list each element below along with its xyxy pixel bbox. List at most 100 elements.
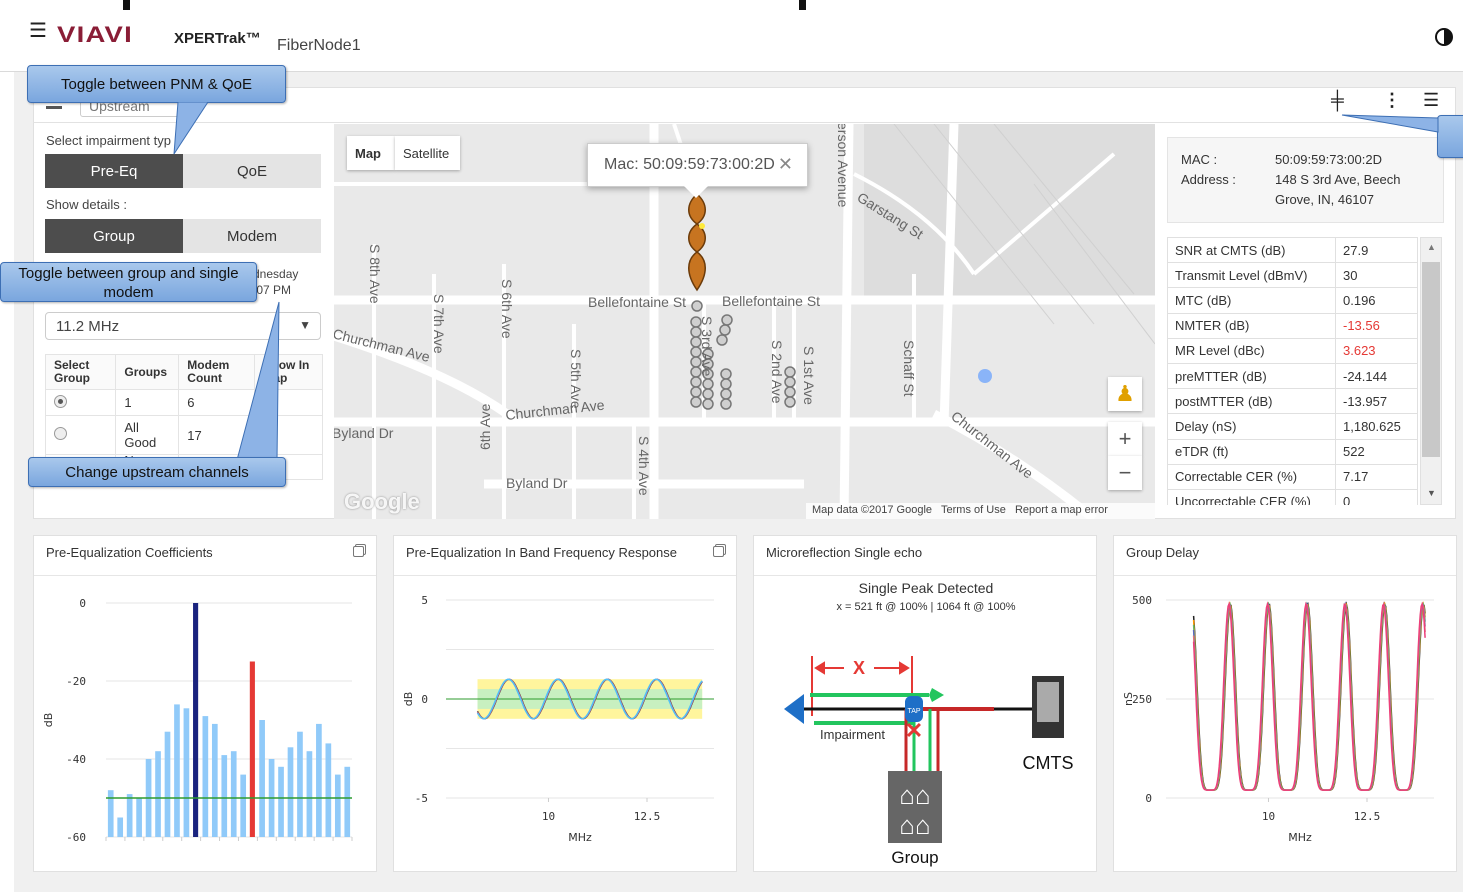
metric-row: MTC (dB) 0.196 [1167, 287, 1418, 314]
map-popup: Mac: 50:09:59:73:00:2D ✕ [587, 143, 808, 198]
x-tick-label: 10 [542, 810, 555, 823]
street-label: S 3rd Ave [699, 316, 715, 377]
toggle-group[interactable]: Group [45, 219, 183, 253]
y-tick-label: -60 [66, 831, 86, 844]
metric-row: MR Level (dBc) 3.623 [1167, 337, 1418, 364]
terms-link[interactable]: Terms of Use [941, 504, 1006, 516]
tap-label: TAP [907, 708, 920, 715]
map-data-text: Map data ©2017 Google [812, 504, 933, 516]
y-tick-label: 5 [421, 594, 428, 607]
street-label: Byland Dr [506, 475, 568, 491]
peak-detail: x = 521 ft @ 100% | 1064 ft @ 100% [837, 601, 1016, 613]
y-axis-label: dB [402, 692, 415, 707]
mac-value: 50:09:59:73:00:2D [1275, 152, 1382, 167]
copy-icon[interactable] [353, 546, 364, 557]
metrics-table: SNR at CMTS (dB) 27.9 Transmit Level (dBmV… [1167, 237, 1418, 505]
callout-pointer [236, 301, 280, 461]
bar [183, 708, 190, 837]
bar [240, 774, 247, 837]
bar [344, 766, 351, 837]
list-icon[interactable]: ☰ [1423, 90, 1439, 111]
street-label: Byland Dr [334, 425, 394, 441]
time-text: dnesday [253, 267, 299, 281]
card-title: Microreflection Single echo [766, 545, 923, 560]
more-vert-icon[interactable]: ⋮ [1383, 90, 1401, 111]
toggle-modem[interactable]: Modem [183, 219, 321, 253]
bar [325, 743, 332, 837]
metric-value: 27.9 [1335, 237, 1418, 264]
card-title: Group Delay [1126, 545, 1199, 560]
node-name: FiberNode1 [277, 37, 361, 54]
group-radio[interactable] [54, 394, 67, 408]
bar [334, 774, 341, 837]
impairment-label: Impairment [820, 727, 885, 742]
callout-offscreen [1437, 115, 1463, 158]
preeq-coefficients-chart: 0 -20 -40 -60 dB [42, 597, 353, 844]
metric-row: preMTTER (dB) -24.144 [1167, 362, 1418, 390]
bar [278, 766, 284, 837]
satellite-tab[interactable]: Satellite [395, 136, 460, 170]
pegman-icon[interactable]: ♟ [1108, 377, 1142, 411]
bar [117, 817, 124, 837]
time-text: :07 PM [253, 283, 292, 297]
metric-value: 1,180.625 [1335, 413, 1418, 440]
group-name: 1 [115, 389, 180, 416]
toggle-pre-eq[interactable]: Pre-Eq [45, 154, 183, 188]
street-label: Bellefontaine St [722, 293, 820, 309]
card-group-delay: Group Delay 500 250 0 10 12.5 MHz nS [1113, 535, 1457, 872]
map-tab[interactable]: Map [347, 136, 395, 170]
bar [287, 747, 294, 837]
toggle-qoe[interactable]: QoE [183, 154, 321, 188]
metric-name: Transmit Level (dBmV) [1167, 262, 1336, 289]
filter-icon[interactable]: ╪ [1331, 90, 1344, 111]
product-name: XPERTrak™ [174, 30, 261, 47]
report-link[interactable]: Report a map error [1015, 504, 1108, 516]
y-tick-label: -5 [415, 792, 428, 805]
metric-value: 7.17 [1335, 463, 1418, 490]
scroll-up-icon[interactable]: ▲ [1427, 242, 1436, 252]
bar [259, 720, 265, 837]
metric-row: SNR at CMTS (dB) 27.9 [1167, 237, 1418, 264]
bar [230, 751, 237, 837]
y-tick-label: 250 [1132, 693, 1152, 706]
y-tick-label: 0 [79, 597, 86, 610]
metric-value: -13.957 [1335, 388, 1418, 415]
y-tick-label: -20 [66, 675, 86, 688]
y-tick-label: -40 [66, 753, 86, 766]
peak-title: Single Peak Detected [859, 580, 994, 596]
metric-value: 0.196 [1335, 287, 1418, 314]
menu-icon[interactable]: ☰ [29, 21, 47, 41]
bar [306, 751, 313, 837]
google-logo: Google [344, 489, 420, 514]
metric-name: SNR at CMTS (dB) [1167, 237, 1336, 264]
street-label: S 2nd Ave [769, 340, 785, 404]
contrast-icon[interactable] [1435, 28, 1453, 46]
card-title: Pre-Equalization In Band Frequency Respo… [406, 545, 677, 560]
copy-icon[interactable] [713, 546, 724, 557]
impairment-label: Select impairment typ [46, 133, 171, 148]
metric-value: -24.144 [1335, 362, 1418, 390]
group-radio[interactable] [54, 427, 67, 440]
metric-name: Delay (nS) [1167, 413, 1336, 440]
cmts-label: CMTS [1023, 753, 1074, 773]
street-label: S 1st Ave [801, 346, 817, 405]
scroll-down-icon[interactable]: ▼ [1427, 488, 1436, 498]
col-header: Groups [115, 354, 180, 390]
zoom-in-button[interactable]: + [1108, 422, 1142, 456]
street-label: S 6th Ave [499, 279, 515, 339]
bar [126, 794, 133, 837]
frequency-value: 11.2 MHz [56, 318, 120, 335]
metric-name: Correctable CER (%) [1167, 463, 1336, 490]
microreflection-diagram: Single Peak Detected x = 521 ft @ 100% |… [784, 580, 1074, 867]
group-name: All Good [115, 415, 180, 455]
y-tick-label: 500 [1132, 594, 1152, 607]
street-label: S 4th Ave [636, 436, 652, 496]
callout-pointer [173, 102, 209, 155]
zoom-out-button[interactable]: − [1108, 456, 1142, 490]
close-icon[interactable]: ✕ [778, 154, 793, 175]
scroll-thumb[interactable] [1422, 262, 1440, 457]
metric-row: Uncorrectable CER (%) 0 [1167, 488, 1418, 505]
svg-text:⌂⌂: ⌂⌂ [899, 810, 930, 840]
metric-name: MTC (dB) [1167, 287, 1336, 314]
callout-channels: Change upstream channels [28, 457, 286, 487]
